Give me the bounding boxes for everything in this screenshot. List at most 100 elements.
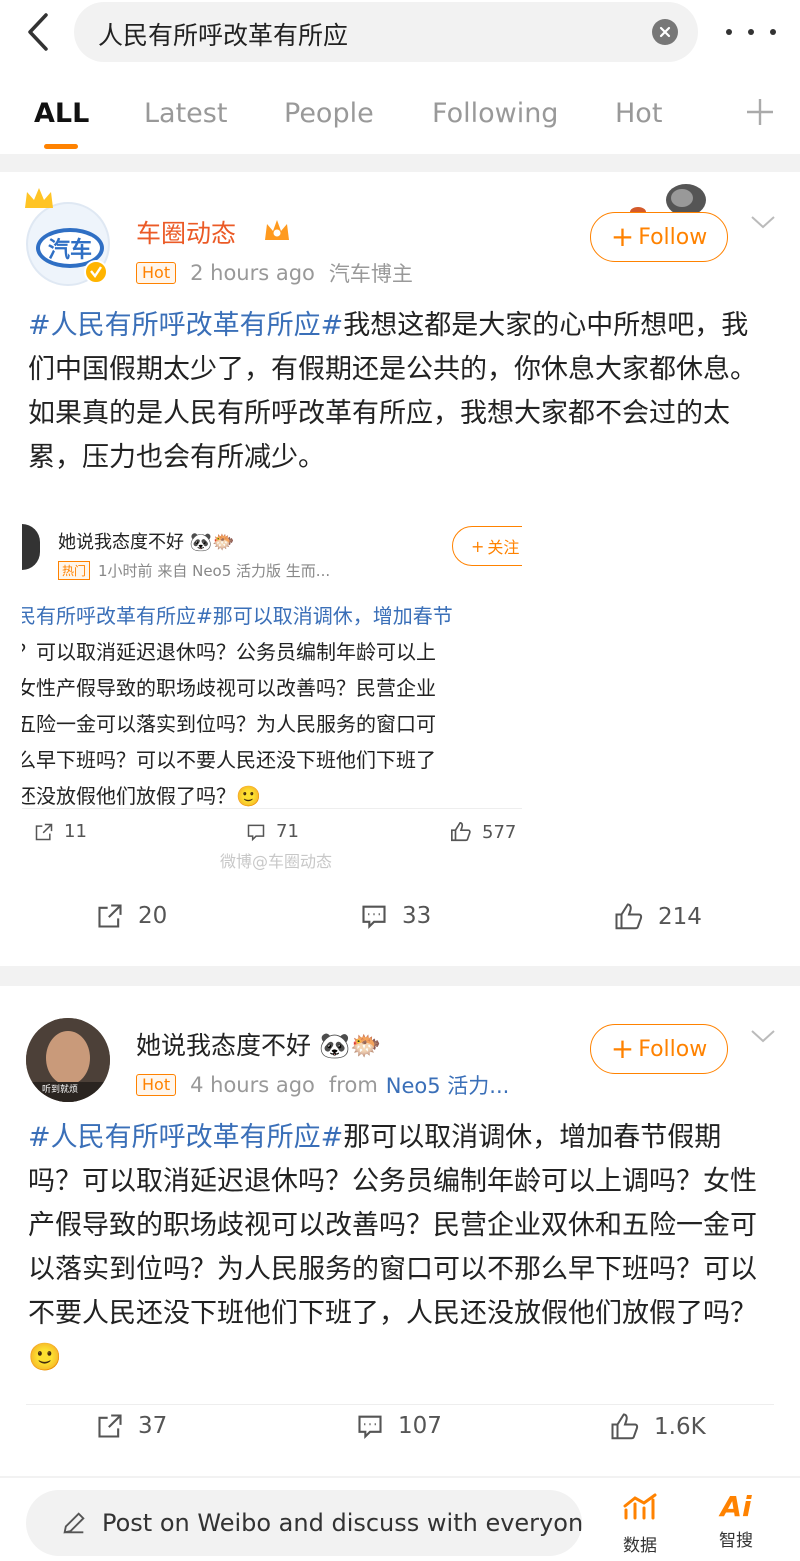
like-button[interactable]: 1.6K bbox=[610, 1412, 706, 1442]
text-line: 么早下班吗？可以不要人民还没下班他们下班了 bbox=[22, 748, 436, 772]
repost-icon bbox=[35, 823, 53, 840]
ai-search-button[interactable]: Ai 智搜 bbox=[706, 1492, 766, 1552]
like-count: 214 bbox=[658, 904, 702, 930]
post-meta: Hot 4 hours ago from Neo5 活力... bbox=[136, 1070, 509, 1100]
comment-count: 33 bbox=[402, 903, 432, 929]
text-line: ？可以取消延迟退休吗？公务员编制年龄可以上 bbox=[22, 640, 436, 664]
clear-search-button[interactable] bbox=[652, 19, 678, 45]
post-time: 2 hours ago bbox=[190, 261, 315, 285]
plus-icon: + bbox=[471, 536, 485, 556]
embedded-post-image[interactable]: 她说我态度不好 🐼🐡 热门 1小时前 来自 Neo5 活力版 生而... + 关注… bbox=[22, 502, 522, 882]
username[interactable]: 车圈动态 bbox=[136, 214, 236, 250]
repost-count: 37 bbox=[138, 1413, 168, 1439]
hot-badge: 热门 bbox=[58, 561, 91, 580]
post-text: 那可以取消调休，增加春节假期吗？可以取消延迟退休吗？公务员编制年龄可以上调吗？女… bbox=[28, 1122, 757, 1373]
tab-following[interactable]: Following bbox=[432, 98, 558, 129]
action-bar: 11 71 577 bbox=[22, 808, 522, 848]
plus-icon: + bbox=[610, 1032, 635, 1065]
dot-icon bbox=[726, 29, 732, 35]
comment-icon bbox=[247, 824, 265, 841]
post-body: #人民有所呼改革有所应#那可以取消调休，增加春节假期吗？可以取消延迟退休吗？公务… bbox=[28, 1116, 772, 1380]
comment-button[interactable]: 33 bbox=[360, 902, 431, 930]
crown-icon bbox=[25, 188, 53, 208]
text-line: 五险一金可以落实到位吗？为人民服务的窗口可 bbox=[22, 712, 436, 736]
search-input[interactable]: 人民有所呼改革有所应 bbox=[74, 2, 698, 62]
data-label: 数据 bbox=[623, 1536, 657, 1556]
vip-crown-icon bbox=[265, 220, 289, 240]
comment-icon bbox=[358, 1415, 382, 1440]
like-count: 577 bbox=[450, 821, 516, 843]
comment-count: 71 bbox=[246, 821, 299, 842]
follow-button[interactable]: + Follow bbox=[590, 1024, 728, 1074]
avatar[interactable]: 听到就烦 bbox=[26, 1018, 110, 1102]
post-card: 汽车 车圈动态 Hot 2 hours ago 汽车博主 + Follow #人民… bbox=[0, 172, 800, 966]
post-source: 汽车博主 bbox=[328, 262, 413, 286]
repost-number: 11 bbox=[64, 821, 87, 842]
tab-hot[interactable]: Hot bbox=[615, 98, 662, 129]
compose-placeholder: Post on Weibo and discuss with everyon bbox=[102, 1509, 582, 1537]
hot-badge: Hot bbox=[136, 1074, 177, 1096]
dot-icon bbox=[770, 29, 776, 35]
tab-people[interactable]: People bbox=[284, 98, 374, 129]
active-tab-indicator bbox=[44, 144, 78, 149]
pencil-icon bbox=[63, 1512, 85, 1534]
username[interactable]: 她说我态度不好 🐼🐡 bbox=[136, 1026, 381, 1062]
close-icon bbox=[659, 26, 671, 38]
top-bar: 人民有所呼改革有所应 bbox=[0, 0, 800, 70]
text-line: 女性产假导致的职场歧视可以改善吗？民营企业 bbox=[22, 676, 436, 700]
avatar bbox=[22, 524, 40, 570]
verified-icon bbox=[84, 260, 108, 284]
text-line: 民有所呼改革有所应#那可以取消调休，增加春节 bbox=[22, 604, 453, 628]
follow-button[interactable]: + Follow bbox=[590, 212, 728, 262]
hashtag-link[interactable]: #人民有所呼改革有所应# bbox=[28, 310, 343, 341]
like-count: 1.6K bbox=[654, 1414, 706, 1440]
add-tab-icon[interactable] bbox=[744, 96, 776, 128]
back-arrow-icon bbox=[28, 13, 48, 51]
repost-button[interactable]: 20 bbox=[96, 902, 167, 930]
data-button[interactable]: 数据 bbox=[610, 1492, 670, 1556]
plus-icon: + bbox=[610, 220, 635, 253]
tab-all[interactable]: ALL bbox=[34, 98, 89, 129]
repost-icon bbox=[98, 904, 122, 928]
comment-number: 71 bbox=[276, 821, 299, 842]
post-body: 民有所呼改革有所应#那可以取消调休，增加春节 ？可以取消延迟退休吗？公务员编制年… bbox=[22, 598, 522, 814]
follow-label: Follow bbox=[638, 224, 708, 250]
hashtag-link[interactable]: #人民有所呼改革有所应# bbox=[28, 1122, 343, 1153]
post-meta: 热门 1小时前 来自 Neo5 活力版 生而... bbox=[58, 560, 330, 581]
like-icon bbox=[615, 903, 643, 930]
tab-bar: ALL Latest People Following Hot bbox=[0, 70, 800, 154]
comment-button[interactable]: 107 bbox=[356, 1412, 442, 1440]
comment-icon bbox=[362, 905, 386, 930]
post-time: 4 hours ago bbox=[190, 1073, 315, 1097]
divider bbox=[26, 1404, 774, 1405]
tab-latest[interactable]: Latest bbox=[144, 98, 227, 129]
action-bar: 37 107 1.6K bbox=[0, 1412, 800, 1472]
back-button[interactable] bbox=[18, 12, 58, 52]
repost-count: 20 bbox=[138, 903, 168, 929]
chevron-down-icon[interactable] bbox=[750, 214, 776, 230]
comment-count: 107 bbox=[398, 1413, 442, 1439]
post-meta: Hot 2 hours ago 汽车博主 bbox=[136, 258, 413, 288]
like-icon bbox=[451, 822, 471, 842]
hot-badge: Hot bbox=[136, 262, 177, 284]
repost-button[interactable]: 37 bbox=[96, 1412, 167, 1440]
dot-icon bbox=[748, 29, 754, 35]
like-button[interactable]: 214 bbox=[614, 902, 702, 932]
like-icon bbox=[611, 1413, 639, 1440]
follow-label: Follow bbox=[638, 1036, 708, 1062]
post-card: 听到就烦 她说我态度不好 🐼🐡 Hot 4 hours ago from Neo… bbox=[0, 986, 800, 1476]
compose-input[interactable]: Post on Weibo and discuss with everyon bbox=[26, 1490, 582, 1556]
chevron-down-icon[interactable] bbox=[750, 1028, 776, 1044]
bar-chart-icon bbox=[623, 1493, 657, 1520]
avatar-caption: 听到就烦 bbox=[42, 1085, 79, 1095]
post-body: #人民有所呼改革有所应#我想这都是大家的心中所想吧，我们中国假期太少了，有假期还… bbox=[28, 304, 772, 480]
bottom-bar: Post on Weibo and discuss with everyon 数… bbox=[0, 1478, 800, 1561]
post-time: 1小时前 来自 Neo5 活力版 生而... bbox=[98, 562, 331, 580]
follow-label: 关注 bbox=[487, 538, 520, 557]
more-options-button[interactable] bbox=[726, 22, 776, 42]
action-bar: 20 33 214 bbox=[0, 902, 800, 962]
post-source[interactable]: Neo5 活力... bbox=[386, 1070, 510, 1100]
ai-label: 智搜 bbox=[719, 1531, 753, 1551]
follow-button: + 关注 bbox=[452, 526, 522, 566]
repost-count: 11 bbox=[34, 821, 87, 842]
